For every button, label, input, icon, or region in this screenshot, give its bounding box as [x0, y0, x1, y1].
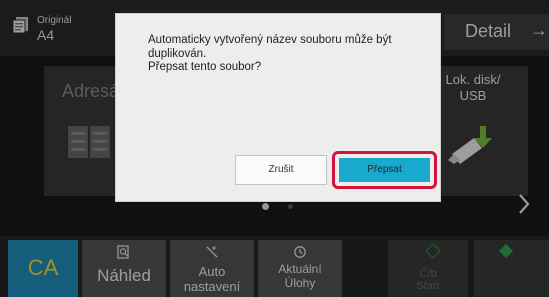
overwrite-button[interactable]: Přepsat: [339, 158, 430, 182]
overwrite-confirm-dialog: Automaticky vytvořený název souboru může…: [115, 13, 441, 202]
dialog-message-line: Automaticky vytvořený název souboru může…: [148, 34, 392, 46]
dialog-message-line: duplikován.: [148, 47, 207, 60]
dialog-message: Automaticky vytvořený název souboru může…: [148, 34, 418, 75]
cancel-button[interactable]: Zrušit: [235, 155, 327, 185]
dialog-message-line: Přepsat tento soubor?: [148, 61, 262, 73]
highlight-outline: Přepsat: [332, 151, 437, 189]
